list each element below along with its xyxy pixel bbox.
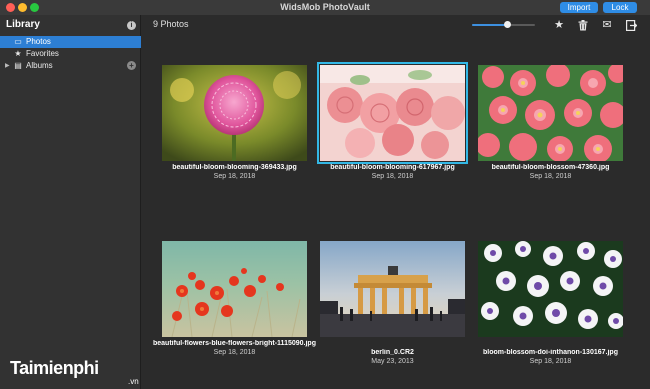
photo-filename: berlin_0.CR2: [371, 349, 414, 356]
watermark-suffix: .vn: [128, 377, 139, 386]
photo-grid: beautiful-bloom-blooming-369433.jpg Sep …: [142, 35, 650, 389]
zoom-slider-fill: [472, 24, 507, 26]
disclosure-arrow-icon[interactable]: ▶: [5, 60, 10, 72]
photo-thumbnail-selected[interactable]: [317, 62, 468, 164]
photo-date: Sep 18, 2018: [529, 358, 572, 365]
add-album-icon[interactable]: +: [127, 61, 136, 70]
star-icon: ★: [14, 49, 22, 58]
photo-filename: beautiful-flowers-blue-flowers-bright-11…: [153, 340, 316, 347]
photo-date: Sep 18, 2018: [213, 349, 256, 356]
library-header: Library: [6, 19, 40, 30]
photo-filename: bloom-blossom-doi-inthanon-130167.jpg: [483, 349, 618, 356]
app-title: WidsMob PhotoVault: [280, 2, 370, 12]
sidebar-item-favorites[interactable]: ★ Favorites: [0, 48, 141, 60]
photo-thumbnail[interactable]: [162, 65, 307, 161]
sidebar-item-label: Favorites: [26, 49, 59, 58]
info-icon[interactable]: i: [127, 21, 136, 30]
sidebar-item-label: Albums: [26, 61, 53, 70]
photo-date: Sep 18, 2018: [371, 173, 414, 180]
sidebar: Library i ▭ Photos ★ Favorites ▶ ▤ Album…: [0, 15, 141, 389]
photos-icon: ▭: [14, 37, 22, 46]
favorite-star-icon[interactable]: ★: [552, 18, 566, 32]
lock-button[interactable]: Lock: [603, 2, 637, 13]
photo-filename: beautiful-bloom-blossom-47360.jpg: [491, 164, 610, 171]
import-button[interactable]: Import: [560, 2, 598, 13]
albums-icon: ▤: [14, 61, 22, 70]
photo-thumbnail[interactable]: [478, 241, 623, 337]
sidebar-item-albums[interactable]: ▶ ▤ Albums +: [0, 60, 141, 72]
watermark-brand: Taimienphi: [10, 358, 99, 378]
sidebar-item-photos[interactable]: ▭ Photos: [0, 36, 141, 48]
mail-icon[interactable]: ✉: [600, 18, 614, 32]
photo-thumbnail[interactable]: [320, 241, 465, 337]
export-icon[interactable]: [624, 18, 638, 32]
taimienphi-watermark-logo: Taimienphi .vn: [4, 350, 174, 386]
photo-date: May 23, 2013: [371, 358, 414, 365]
photo-count: 9 Photos: [153, 19, 189, 29]
photo-thumbnail[interactable]: [478, 65, 623, 161]
photo-filename: beautiful-bloom-blooming-617967.jpg: [330, 164, 455, 171]
zoom-slider-knob[interactable]: [503, 21, 511, 28]
content-toolbar: 9 Photos ★ ✉: [142, 15, 650, 35]
photo-date: Sep 18, 2018: [529, 173, 572, 180]
trash-icon[interactable]: [576, 18, 590, 32]
photo-thumbnail[interactable]: [162, 241, 307, 337]
photo-date: Sep 18, 2018: [213, 173, 256, 180]
title-bar: WidsMob PhotoVault Import Lock: [0, 0, 650, 15]
sidebar-item-label: Photos: [26, 37, 51, 46]
photo-filename: beautiful-bloom-blooming-369433.jpg: [172, 164, 297, 171]
